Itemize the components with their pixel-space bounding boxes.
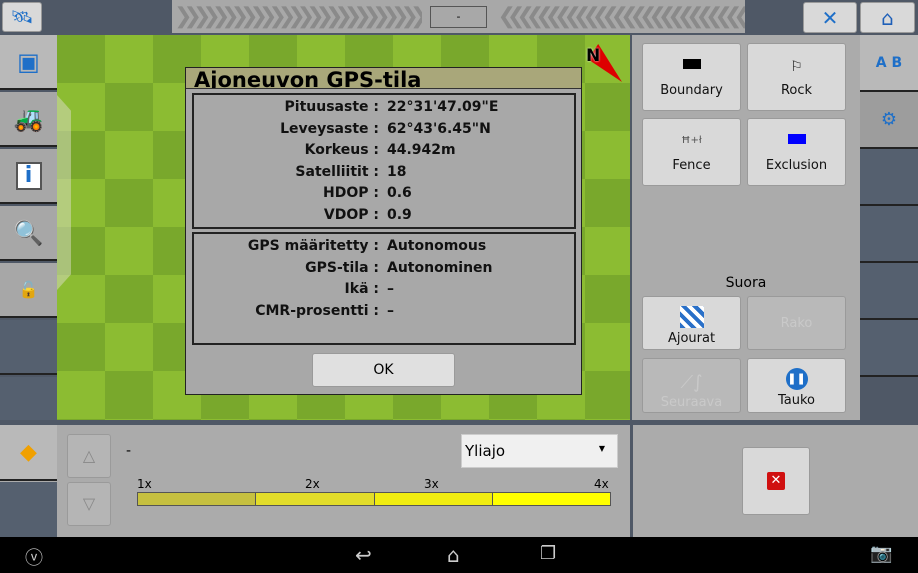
- label: HDOP :: [323, 185, 379, 201]
- label: Tauko: [777, 393, 815, 408]
- label: GPS määritetty :: [247, 238, 379, 254]
- fence-button[interactable]: Ħ+ł Fence: [642, 118, 741, 186]
- tab-empty: [860, 320, 918, 377]
- tab-empty: [0, 320, 57, 375]
- ajourat-button[interactable]: Ajourat: [642, 296, 741, 350]
- scale-segment: [373, 493, 492, 505]
- dialog-title: Ajoneuvon GPS-tila: [186, 68, 581, 89]
- offset-readout: -: [429, 5, 488, 28]
- scale-label: 3x: [424, 477, 439, 491]
- tauko-button[interactable]: ❚❚ Tauko: [747, 358, 846, 413]
- menu-down-icon[interactable]: ⓥ: [25, 544, 43, 570]
- side-drawer-handle[interactable]: [57, 95, 71, 290]
- seuraava-button[interactable]: ⟋∫ Seuraava: [642, 358, 741, 413]
- status-box: GPS määritetty : Autonomous GPS-tila : Aut…: [192, 232, 576, 345]
- down-button[interactable]: ▽: [67, 482, 111, 526]
- label: Fence: [672, 158, 711, 173]
- label: Rock: [780, 83, 813, 98]
- tab-vehicle-view[interactable]: ▣: [0, 35, 57, 90]
- flag-icon: ⚐: [790, 59, 803, 75]
- pause-icon: ❚❚: [785, 368, 808, 390]
- implement-disconnected-button[interactable]: ✕: [742, 447, 810, 515]
- chevrons-left: ❯❯❯❯❯❯❯❯❯❯❯❯❯❯❯❯❯❯❯❯❯❯❯❯❯❯: [174, 4, 421, 29]
- info-icon[interactable]: i: [0, 149, 57, 204]
- label: Ikä :: [344, 281, 379, 297]
- tab-empty: [860, 206, 918, 263]
- scale-label: 2x: [305, 477, 320, 491]
- dropdown-value: Yliajo: [465, 442, 506, 460]
- age-value: –: [387, 281, 394, 297]
- unlock-icon[interactable]: 🔓: [0, 263, 57, 318]
- scale-segment: [138, 493, 256, 505]
- rock-button[interactable]: ⚐ Rock: [747, 43, 846, 111]
- label: Leveysaste :: [280, 120, 379, 137]
- tab-empty: [0, 377, 57, 420]
- boundary-icon: [682, 59, 701, 69]
- scale-label: 4x: [594, 477, 609, 491]
- back-icon[interactable]: ↩: [355, 543, 372, 567]
- boundary-button[interactable]: Boundary: [642, 43, 741, 111]
- layer-dropdown[interactable]: Yliajo ▼: [461, 434, 618, 468]
- up-button[interactable]: △: [67, 434, 111, 478]
- label: VDOP :: [323, 206, 379, 223]
- label: Satelliitit :: [295, 163, 379, 180]
- ab-line-icon[interactable]: A B: [860, 35, 918, 92]
- tractor-icon[interactable]: 🚜: [0, 92, 57, 147]
- latitude-value: 62°43'6.45"N: [387, 120, 491, 137]
- gps-fix-value: Autonomous: [387, 238, 487, 254]
- label: Seuraava: [660, 395, 723, 410]
- layers-icon[interactable]: ◆: [0, 425, 57, 481]
- rako-button[interactable]: Rako: [747, 296, 846, 350]
- tab-empty: [860, 149, 918, 206]
- satellites-value: 18: [387, 163, 407, 180]
- zoom-icon[interactable]: 🔍: [0, 206, 57, 261]
- disconnected-icon: ✕: [767, 472, 785, 490]
- hdop-value: 0.6: [387, 185, 412, 201]
- position-box: Pituusaste : 22°31'47.09"E Leveysaste : 62…: [192, 93, 576, 229]
- exclusion-icon: [787, 134, 806, 144]
- coverage-scale-bar: [137, 492, 611, 506]
- camera-icon[interactable]: 📷: [870, 543, 892, 564]
- tab-empty: [0, 482, 57, 537]
- satellite-icon[interactable]: 🛰: [2, 2, 42, 32]
- label: Korkeus :: [304, 142, 379, 158]
- label: Boundary: [660, 83, 723, 98]
- vdop-value: 0.9: [387, 206, 412, 223]
- guidance-bar: ❯❯❯❯❯❯❯❯❯❯❯❯❯❯❯❯❯❯❯❯❯❯❯❯❯❯ - ❮❮❮❮❮❮❮❮❮❮❮…: [172, 0, 745, 33]
- label: Rako: [780, 315, 813, 331]
- tools-icon[interactable]: ✕: [803, 2, 857, 33]
- recent-apps-icon[interactable]: ❐: [540, 543, 556, 564]
- home-icon[interactable]: ⌂: [860, 2, 915, 33]
- tab-empty: [860, 263, 918, 320]
- fence-icon: Ħ+ł: [681, 135, 702, 146]
- curve-icon: ⟋∫: [680, 372, 703, 393]
- label: CMR-prosentti :: [255, 302, 379, 319]
- chevrons-right: ❮❮❮❮❮❮❮❮❮❮❮❮❮❮❮❮❮❮❮❮❮❮❮❮❮❮: [497, 4, 745, 29]
- compass-icon: N: [582, 42, 622, 82]
- ok-button[interactable]: OK: [312, 353, 455, 387]
- label: GPS-tila :: [305, 259, 379, 276]
- longitude-value: 22°31'47.09"E: [387, 99, 499, 115]
- scale-label: 1x: [137, 477, 152, 491]
- tramline-icon: [679, 306, 704, 328]
- cmr-value: –: [387, 302, 394, 319]
- scale-segment: [491, 493, 610, 505]
- gps-status-dialog: Ajoneuvon GPS-tila Pituusaste : 22°31'47.…: [185, 67, 582, 395]
- right-panel: Boundary ⚐ Rock Ħ+ł Fence Exclusion Suora …: [632, 35, 860, 420]
- caret-down-icon: ▼: [598, 444, 605, 453]
- section-title: Suora: [725, 275, 767, 291]
- label: Pituusaste :: [284, 99, 379, 115]
- label: Ajourat: [667, 331, 716, 346]
- layer-value: -: [126, 443, 132, 459]
- android-nav-bar: ⓥ ↩ ⌂ ❐ 📷: [0, 537, 918, 573]
- implement-icon[interactable]: ⚙: [860, 92, 918, 149]
- exclusion-button[interactable]: Exclusion: [747, 118, 846, 186]
- label: Exclusion: [765, 158, 828, 173]
- scale-segment: [255, 493, 374, 505]
- altitude-value: 44.942m: [387, 142, 456, 158]
- home-nav-icon[interactable]: ⌂: [447, 543, 460, 567]
- gps-mode-value: Autonominen: [387, 259, 493, 276]
